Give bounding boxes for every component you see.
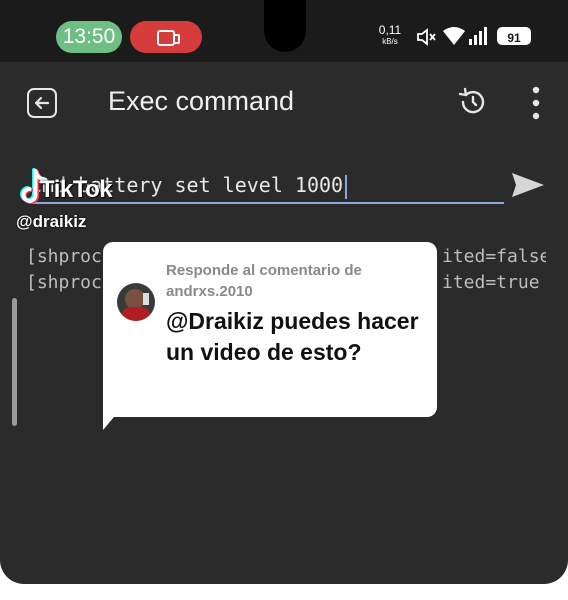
avatar: [117, 283, 155, 321]
text-cursor: [345, 174, 348, 199]
status-bar: 13:50 0,11 kB/s 91: [0, 0, 568, 62]
comment-text: @Draikiz puedes hacer un video de esto?: [166, 308, 419, 365]
status-time: 13:50: [56, 21, 122, 53]
screen-record-indicator[interactable]: [130, 21, 202, 53]
scrollbar[interactable]: [12, 298, 17, 426]
phone-screen: 13:50 0,11 kB/s 91 Exec command cmd batt…: [0, 0, 568, 584]
network-speed: 0,11 kB/s: [376, 23, 404, 47]
back-button[interactable]: [27, 88, 57, 118]
wifi-icon: [443, 27, 465, 45]
network-speed-value: 0,11: [378, 23, 402, 37]
network-speed-unit: kB/s: [382, 37, 398, 46]
bottom-edge: [0, 584, 568, 600]
reply-comment-bubble: Responde al comentario de andrxs.2010 @D…: [103, 242, 437, 417]
reply-label: Responde al comentario de andrxs.2010: [166, 262, 362, 300]
signal-icon: [469, 27, 487, 45]
battery-icon: 91: [497, 27, 531, 45]
tiktok-wordmark: TikTok: [40, 176, 113, 203]
more-options-button[interactable]: [528, 84, 544, 122]
creator-handle: @draikiz: [16, 212, 87, 231]
page-title: Exec command: [108, 86, 295, 116]
camera-notch: [264, 0, 306, 52]
app-bar: Exec command: [0, 62, 568, 142]
back-icon: [34, 96, 50, 110]
history-icon: [458, 87, 485, 114]
mute-icon: [417, 28, 436, 46]
send-button[interactable]: [510, 170, 546, 200]
screen-record-icon: [157, 30, 180, 46]
more-vert-icon: [532, 86, 540, 120]
bubble-tail: [103, 404, 125, 430]
history-button[interactable]: [454, 84, 490, 120]
send-icon: [512, 173, 544, 197]
